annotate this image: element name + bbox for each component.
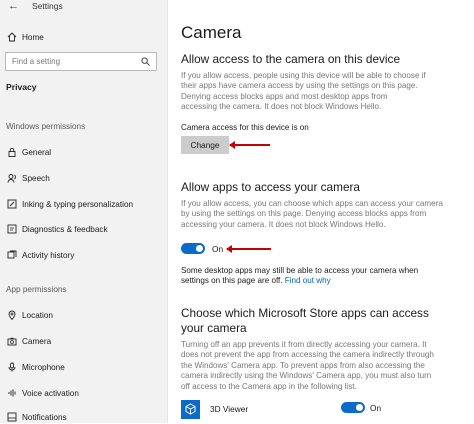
windows-permissions-header: Windows permissions [6, 122, 86, 131]
inking-icon [7, 199, 17, 209]
sidebar: ← Settings Home Find a setting Privacy W… [0, 0, 168, 423]
lock-icon [8, 147, 16, 157]
window-title: Settings [32, 1, 63, 11]
3d-viewer-app-icon [181, 400, 200, 419]
apps-access-toggle[interactable] [181, 243, 205, 254]
search-input[interactable]: Find a setting [5, 52, 157, 71]
sidebar-item-label: Location [22, 310, 53, 320]
search-icon [141, 57, 150, 66]
sidebar-item-speech[interactable]: Speech [0, 171, 167, 185]
home-icon [7, 32, 17, 42]
desktop-apps-note: Some desktop apps may still be able to a… [181, 266, 419, 286]
app-permissions-header: App permissions [6, 285, 67, 294]
find-out-why-link[interactable]: Find out why [285, 276, 331, 285]
apps-access-heading: Allow apps to access your camera [181, 180, 360, 194]
sidebar-item-home[interactable]: Home [0, 30, 167, 44]
sidebar-item-inking[interactable]: Inking & typing personalization [0, 197, 167, 211]
device-access-description: If you allow access, people using this d… [181, 71, 426, 112]
notifications-icon [7, 412, 17, 422]
sidebar-item-label: Camera [22, 336, 52, 346]
sidebar-item-label: Home [22, 32, 44, 42]
main-content: Camera Allow access to the camera on thi… [168, 0, 474, 423]
camera-icon [7, 337, 17, 346]
apps-access-toggle-label: On [212, 244, 224, 254]
category-title: Privacy [6, 82, 37, 92]
title-bar: ← Settings [0, 0, 167, 14]
3d-viewer-toggle[interactable] [341, 402, 365, 413]
toggle-knob [196, 245, 203, 252]
sidebar-item-voice-activation[interactable]: Voice activation [0, 386, 167, 400]
sidebar-item-label: Inking & typing personalization [22, 199, 134, 209]
toggle-knob [356, 404, 363, 411]
3d-viewer-toggle-label: On [370, 403, 382, 413]
device-access-heading: Allow access to the camera on this devic… [181, 52, 401, 66]
sidebar-item-microphone[interactable]: Microphone [0, 360, 167, 374]
speech-icon [7, 174, 16, 183]
apps-access-description: If you allow access, you can choose whic… [181, 199, 443, 229]
page-title: Camera [181, 23, 242, 42]
sidebar-item-label: Microphone [22, 362, 65, 372]
store-apps-heading: Choose which Microsoft Store apps can ac… [181, 306, 429, 335]
change-button[interactable]: Change [181, 136, 229, 154]
device-access-status: Camera access for this device is on [181, 123, 309, 132]
diagnostics-icon [7, 224, 17, 234]
voice-icon [8, 389, 16, 397]
sidebar-item-diagnostics[interactable]: Diagnostics & feedback [0, 222, 167, 236]
cube-icon [185, 403, 196, 415]
sidebar-item-label: Diagnostics & feedback [22, 224, 108, 234]
app-name: 3D Viewer [210, 404, 249, 414]
sidebar-item-label: Speech [22, 173, 50, 183]
search-placeholder: Find a setting [12, 57, 61, 66]
sidebar-item-camera[interactable]: Camera [0, 334, 167, 348]
microphone-icon [8, 362, 16, 372]
sidebar-item-general[interactable]: General [0, 145, 167, 159]
location-icon [8, 310, 16, 320]
store-apps-description: Turning off an app prevents it from dire… [181, 340, 434, 391]
sidebar-item-location[interactable]: Location [0, 308, 167, 322]
sidebar-item-label: Voice activation [22, 388, 79, 398]
activity-icon [7, 250, 17, 259]
sidebar-item-label: General [22, 147, 52, 157]
annotation-arrow [229, 141, 270, 149]
sidebar-item-notifications[interactable]: Notifications [0, 411, 167, 423]
sidebar-item-label: Activity history [22, 250, 75, 260]
back-arrow-icon[interactable]: ← [8, 0, 19, 12]
sidebar-item-label: Notifications [22, 412, 67, 422]
annotation-arrow [226, 245, 271, 253]
sidebar-item-activity[interactable]: Activity history [0, 248, 167, 262]
